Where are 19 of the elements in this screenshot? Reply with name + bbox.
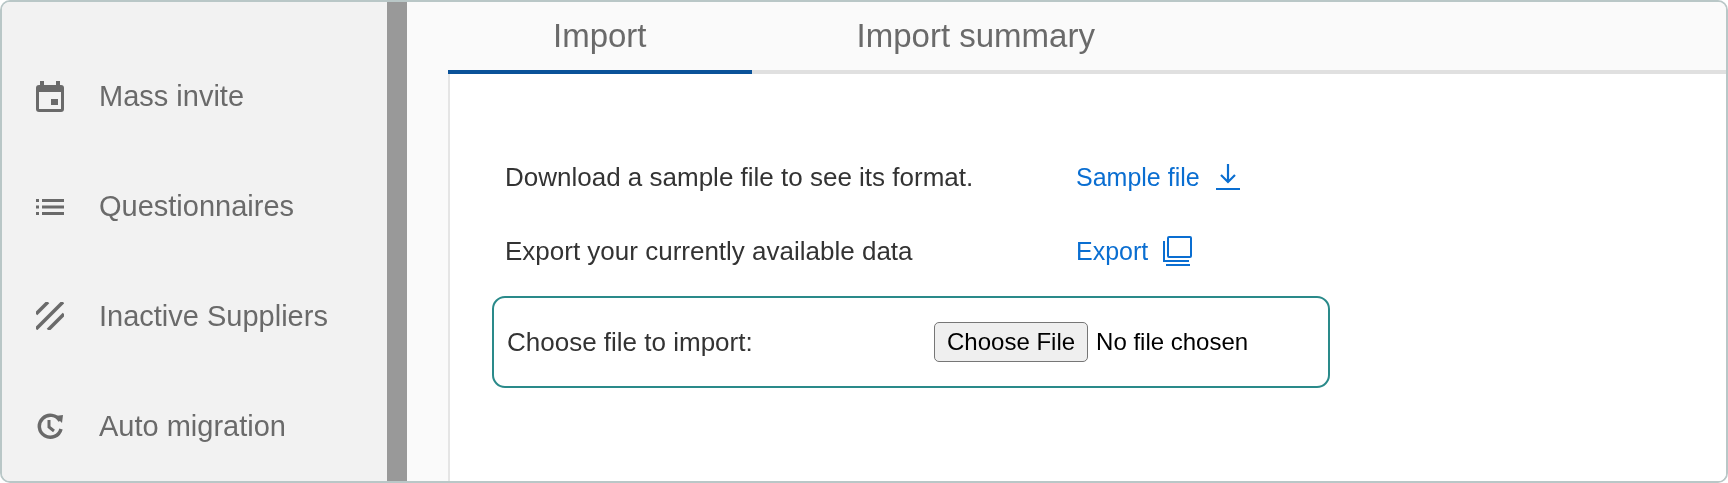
tab[interactable]: Import summary	[751, 2, 1145, 74]
copy-icon	[1162, 236, 1193, 266]
sidebar-item[interactable]: Questionnaires	[2, 151, 387, 262]
download-icon	[1213, 163, 1242, 191]
file-status: No file chosen	[1096, 328, 1249, 356]
action-link[interactable]: Sample file	[1076, 154, 1242, 200]
history-icon	[36, 412, 64, 441]
file-label: Choose file to import:	[507, 326, 754, 358]
row-description: Download a sample file to see its format.	[505, 161, 975, 194]
sidebar-item[interactable]: Auto migration	[2, 371, 387, 481]
row-description: Export your currently available data	[505, 235, 914, 268]
calendar-icon	[36, 80, 64, 113]
choose-file-button[interactable]: Choose File	[934, 322, 1089, 362]
sidebar-item[interactable]: Inactive Suppliers	[2, 261, 387, 372]
list-icon	[36, 198, 64, 215]
stripes-icon	[36, 302, 64, 331]
action-link[interactable]: Export	[1076, 228, 1193, 274]
sidebar-item[interactable]: Mass invite	[2, 42, 387, 152]
splitter-bar[interactable]	[387, 2, 407, 481]
